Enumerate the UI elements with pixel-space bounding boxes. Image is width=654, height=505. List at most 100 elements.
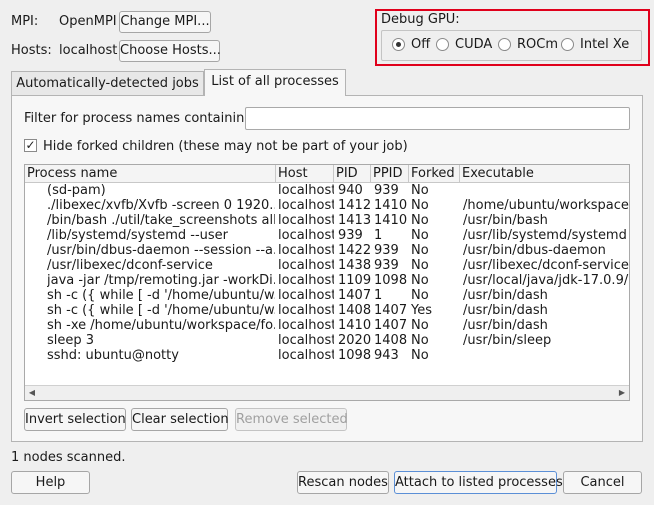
hide-forked-checkbox[interactable]: ✓ [24,139,37,152]
mpi-value: OpenMPI [59,14,117,29]
table-row[interactable]: sleep 3 localhost 2020 1408 No/usr/bin/sleep [25,333,629,348]
cell-ppid: 1410 [374,198,408,213]
cell-process-name: java -jar /tmp/remoting.jar -workDi... [47,273,275,288]
table-row[interactable]: ./libexec/xvfb/Xvfb -screen 0 1920... loc… [25,198,629,213]
table-row[interactable]: sh -xe /home/ubuntu/workspace/fo... local… [25,318,629,333]
cell-pid: 939 [338,228,363,243]
table-row[interactable]: (sd-pam) localhost 940 939 No [25,183,629,198]
scroll-right-icon[interactable]: ▶ [617,388,627,398]
attach-button[interactable]: Attach to listed processes [394,471,563,494]
cell-ppid: 1408 [374,333,408,348]
column-header-executable[interactable]: Executable [460,165,629,183]
debug-gpu-intel-xe-label: Intel Xe [580,37,630,52]
debug-gpu-title: Debug GPU: [381,12,460,27]
cell-host: localhost [278,273,334,288]
status-text: 1 nodes scanned. [11,450,126,465]
cell-pid: 1438 [338,258,372,273]
debug-gpu-rocm-radio[interactable] [498,38,511,51]
table-row[interactable]: /usr/bin/dbus-daemon --session --a... loc… [25,243,629,258]
column-header-host[interactable]: Host [276,165,334,183]
cell-ppid: 1098 [374,273,408,288]
cell-process-name: sleep 3 [47,333,95,348]
cell-host: localhost [278,228,334,243]
cell-forked: No [411,183,429,198]
cell-ppid: 939 [374,258,399,273]
cell-host: localhost [278,303,334,318]
cell-executable: /usr/bin/dash [463,288,548,303]
cell-pid: 1412 [338,198,372,213]
cell-host: localhost [278,213,334,228]
cell-host: localhost [278,318,334,333]
debug-gpu-cuda-radio[interactable] [436,38,449,51]
column-header-ppid[interactable]: PPID [371,165,409,183]
hosts-value: localhost [59,43,118,58]
cell-executable: /usr/bin/dash [463,303,548,318]
cell-executable: /usr/bin/sleep [463,333,552,348]
cell-forked: No [411,318,429,333]
cell-host: localhost [278,333,334,348]
cell-process-name: /bin/bash ./util/take_screenshots all... [47,213,275,228]
debug-gpu-rocm-label: ROCm [517,37,559,52]
table-row[interactable]: /bin/bash ./util/take_screenshots all...… [25,213,629,228]
cell-pid: 1408 [338,303,372,318]
cell-forked: No [411,273,429,288]
cell-process-name: /usr/libexec/dconf-service [47,258,213,273]
cell-ppid: 1 [374,288,383,303]
choose-hosts-button[interactable]: Choose Hosts... [119,40,221,62]
cell-forked: No [411,333,429,348]
debug-gpu-intel-xe-radio[interactable] [561,38,574,51]
cell-pid: 2020 [338,333,372,348]
cell-pid: 1407 [338,288,372,303]
cell-forked: No [411,243,429,258]
table-row[interactable]: /lib/systemd/systemd --user localhost 939 1… [25,228,629,243]
cell-host: localhost [278,258,334,273]
cell-executable: /usr/bin/dbus-daemon [463,243,606,258]
cell-ppid: 1407 [374,303,408,318]
cell-pid: 940 [338,183,363,198]
remove-selected-button[interactable]: Remove selected [235,408,348,431]
hosts-label: Hosts: [11,43,52,58]
cell-forked: No [411,348,429,363]
help-button[interactable]: Help [11,471,90,494]
cell-executable: /usr/bin/bash [463,213,548,228]
column-header-forked[interactable]: Forked [409,165,460,183]
cancel-button[interactable]: Cancel [563,471,642,494]
filter-input[interactable] [245,107,630,130]
column-header-pid[interactable]: PID [334,165,371,183]
cell-process-name: (sd-pam) [47,183,106,198]
tab-automatically-detected-jobs[interactable]: Automatically-detected jobs [11,71,204,96]
scroll-left-icon[interactable]: ◀ [27,388,37,398]
mpi-label: MPI: [11,14,39,29]
cell-forked: No [411,288,429,303]
rescan-nodes-button[interactable]: Rescan nodes [297,471,389,494]
table-row[interactable]: sshd: ubuntu@notty localhost 1098 943 No [25,348,629,363]
cell-executable [463,183,629,198]
cell-process-name: sh -c ({ while [ -d '/home/ubuntu/w... [47,288,275,303]
cell-host: localhost [278,243,334,258]
cell-pid: 1098 [338,348,372,363]
column-header-process-name[interactable]: Process name [25,165,276,183]
hide-forked-label: Hide forked children (these may not be p… [43,139,408,154]
invert-selection-button[interactable]: Invert selection [24,408,126,431]
horizontal-scrollbar[interactable]: ◀ ▶ [25,385,629,400]
clear-selection-button[interactable]: Clear selection [131,408,229,431]
table-row[interactable]: /usr/libexec/dconf-service localhost 1438 9… [25,258,629,273]
debug-gpu-cuda-label: CUDA [455,37,493,52]
tab-label: Automatically-detected jobs [16,76,199,91]
cell-host: localhost [278,198,334,213]
cell-ppid: 943 [374,348,399,363]
cell-pid: 1109 [338,273,372,288]
table-row[interactable]: java -jar /tmp/remoting.jar -workDi... lo… [25,273,629,288]
tab-list-of-all-processes[interactable]: List of all processes [204,69,346,96]
cell-executable: /usr/bin/dash [463,318,548,333]
table-row[interactable]: sh -c ({ while [ -d '/home/ubuntu/w... lo… [25,303,629,318]
cell-host: localhost [278,348,334,363]
cell-pid: 1422 [338,243,372,258]
cell-process-name: sh -xe /home/ubuntu/workspace/fo... [47,318,275,333]
debug-gpu-off-radio[interactable] [392,38,405,51]
cell-host: localhost [278,183,334,198]
cell-executable: /usr/local/java/jdk-17.0.9/bin [463,273,630,288]
change-mpi-button[interactable]: Change MPI... [119,11,211,33]
table-row[interactable]: sh -c ({ while [ -d '/home/ubuntu/w... lo… [25,288,629,303]
process-table[interactable]: Process name Host PID PPID Forked Execut… [24,164,630,401]
